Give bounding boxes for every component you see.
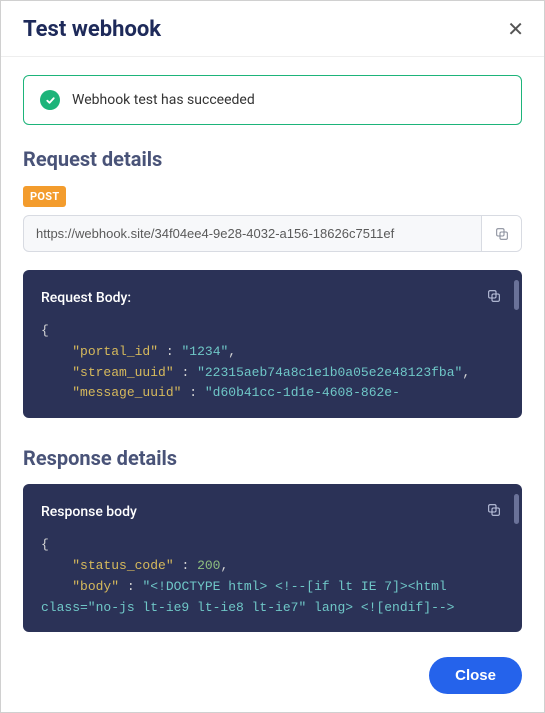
modal-content: Webhook test has succeeded Request detai… — [1, 57, 544, 645]
copy-icon — [486, 502, 502, 518]
modal-header: Test webhook ✕ — [1, 1, 544, 57]
request-body-panel: Request Body: { "portal_id" : "1234", "s… — [23, 270, 522, 418]
success-alert: Webhook test has succeeded — [23, 75, 522, 125]
modal-footer: Close — [1, 645, 544, 712]
response-section-title: Response details — [23, 446, 522, 470]
close-button[interactable]: Close — [429, 657, 522, 694]
http-method-badge: POST — [23, 186, 66, 207]
request-section-title: Request details — [23, 147, 522, 171]
check-circle-icon — [40, 90, 60, 110]
request-body-code: { "portal_id" : "1234", "stream_uuid" : … — [41, 321, 504, 404]
close-icon[interactable]: ✕ — [507, 20, 524, 40]
request-body-title: Request Body: — [41, 290, 131, 306]
copy-request-body-button[interactable] — [484, 286, 504, 309]
url-row — [23, 215, 522, 252]
response-body-code: { "status_code" : 200, "body" : "<!DOCTY… — [41, 535, 504, 618]
copy-response-body-button[interactable] — [484, 500, 504, 523]
scrollbar-thumb[interactable] — [514, 280, 519, 310]
copy-url-button[interactable] — [481, 216, 521, 251]
response-body-title: Response body — [41, 504, 137, 520]
copy-icon — [486, 288, 502, 304]
success-alert-text: Webhook test has succeeded — [72, 92, 255, 108]
scrollbar-thumb[interactable] — [514, 494, 519, 524]
webhook-url-input[interactable] — [24, 216, 481, 251]
modal-title: Test webhook — [23, 17, 161, 42]
response-body-panel: Response body { "status_code" : 200, "bo… — [23, 484, 522, 632]
copy-icon — [494, 226, 510, 242]
